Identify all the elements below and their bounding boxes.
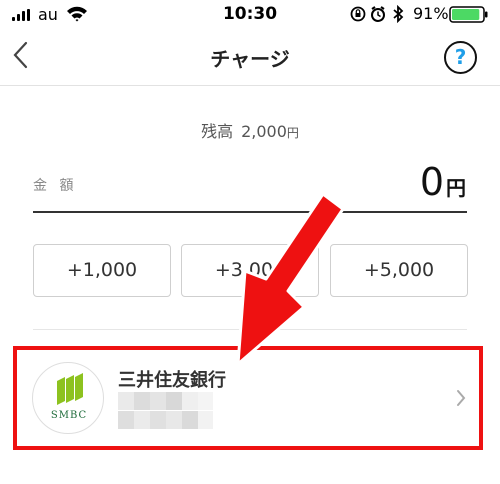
add-3000-button[interactable]: +3,000 (181, 244, 319, 297)
balance-display: 残高 2,000円 (0, 118, 500, 142)
balance-amount: 2,000 (241, 122, 287, 141)
highlight-box (13, 346, 483, 450)
add-5000-button[interactable]: +5,000 (330, 244, 468, 297)
balance-unit: 円 (286, 126, 299, 140)
status-icons (350, 5, 404, 23)
divider (33, 329, 467, 330)
balance-label: 残高 (201, 122, 234, 141)
amount-label: 金 額 (33, 178, 78, 194)
amount-value: 0 (419, 160, 444, 204)
add-1000-button[interactable]: +1,000 (33, 244, 171, 297)
bluetooth-icon (393, 5, 404, 23)
battery-icon (449, 6, 488, 23)
amount-input[interactable]: 0円 (420, 160, 466, 204)
battery-percent: 91% (413, 4, 449, 23)
amount-unit: 円 (446, 176, 466, 200)
alarm-icon (371, 6, 385, 22)
status-bar: au 10:30 91% (0, 0, 500, 28)
amount-underline (33, 211, 467, 213)
page-title: チャージ (210, 47, 290, 71)
orientation-lock-icon (350, 6, 366, 22)
help-button[interactable]: ? (444, 41, 477, 74)
nav-bar: チャージ ? (0, 28, 500, 86)
